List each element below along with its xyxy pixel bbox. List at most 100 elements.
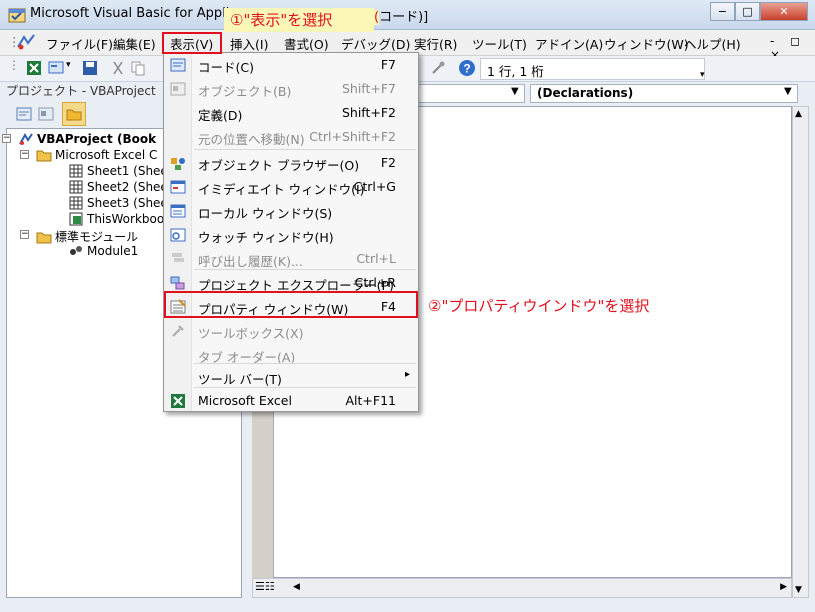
window-title: Microsoft Visual Basic for Applica xyxy=(30,6,245,21)
toggle-folders-button[interactable] xyxy=(62,102,86,126)
menu-separator xyxy=(194,363,416,364)
insert-userform-icon[interactable] xyxy=(48,60,64,76)
procedure-combo-arrow-icon[interactable]: ▼ xyxy=(784,86,792,97)
tree-node-label: 標準モジュール xyxy=(55,230,139,244)
menu-file[interactable]: ファイル(F) xyxy=(46,34,113,53)
locals-window-icon xyxy=(170,204,186,218)
view-menu-item[interactable]: オブジェクト ブラウザー(O) F2 xyxy=(164,151,418,175)
menu-insert[interactable]: 挿入(I) xyxy=(230,34,268,53)
cursor-position-readout: 1 行, 1 桁 xyxy=(480,58,705,80)
excel-view-icon[interactable] xyxy=(26,60,42,76)
view-menu-item-label: オブジェクト ブラウザー(O) xyxy=(198,158,360,173)
view-menu-item[interactable]: ツール バー(T) ▸ xyxy=(164,365,418,389)
menu-addins[interactable]: アドイン(A) xyxy=(535,34,603,53)
cut-icon[interactable] xyxy=(110,60,126,76)
project-explorer-icon xyxy=(170,276,185,290)
sheet-icon xyxy=(68,196,84,210)
view-menu-item-label: イミディエイト ウィンドウ(I) xyxy=(198,182,365,197)
tree-node-label: ThisWorkbook xyxy=(87,212,172,226)
menu-separator xyxy=(194,149,416,150)
window-title-left: Microsoft Visual Basic for Applica xyxy=(30,6,245,21)
tree-collapse-icon[interactable]: − xyxy=(20,150,29,159)
insert-dropdown-icon[interactable]: ▾ xyxy=(66,60,71,70)
project-tree-node[interactable]: − Microsoft Excel C xyxy=(20,148,158,162)
annotation-step2: ②"プロパティウインドウ"を選択 xyxy=(428,297,650,315)
view-menu-item: オブジェクト(B) Shift+F7 xyxy=(164,77,418,101)
copy-icon[interactable] xyxy=(130,60,146,76)
project-tree-node[interactable]: − VBAProject (Book xyxy=(2,132,157,146)
tree-collapse-icon[interactable]: − xyxy=(20,230,29,239)
menu-tools[interactable]: ツール(T) xyxy=(472,34,527,53)
view-menu-item-label: 元の位置へ移動(N) xyxy=(198,132,305,147)
project-tree-node[interactable]: Sheet1 (Sheet xyxy=(68,164,173,178)
code-vertical-scrollbar[interactable]: ▲ ▼ xyxy=(792,106,809,598)
scroll-right-icon[interactable]: ▶ xyxy=(780,582,787,592)
view-menu-item[interactable]: ウォッチ ウィンドウ(H) xyxy=(164,223,418,247)
menu-format[interactable]: 書式(O) xyxy=(284,34,329,53)
toolbar-options-icon[interactable]: ▾ xyxy=(700,70,705,80)
view-menu-item-label: コード(C) xyxy=(198,60,254,75)
code-view-buttons: ☰☷ xyxy=(255,580,275,593)
view-menu-item-shortcut: Alt+F11 xyxy=(345,393,397,408)
full-module-view-icon[interactable]: ☷ xyxy=(265,580,275,593)
folder-icon xyxy=(36,148,52,162)
view-menu-item-label: ツール バー(T) xyxy=(198,372,282,387)
project-tree-node[interactable]: Module1 xyxy=(68,244,139,258)
project-tree-node[interactable]: Sheet2 (Sheet xyxy=(68,180,173,194)
minimize-button[interactable]: − xyxy=(710,2,735,21)
view-menu-item-label: オブジェクト(B) xyxy=(198,84,292,99)
svg-text:?: ? xyxy=(463,62,470,76)
code-horizontal-scrollbar[interactable]: ◀ ▶ xyxy=(252,578,792,598)
window-title-right: (コード)] xyxy=(374,10,429,25)
menu-debug[interactable]: デバッグ(D) xyxy=(341,34,410,53)
view-menu-item-shortcut: Ctrl+Shift+F2 xyxy=(309,129,396,144)
maximize-button[interactable]: □ xyxy=(735,2,760,21)
procedure-combo[interactable]: (Declarations) xyxy=(530,84,798,103)
tree-collapse-icon[interactable]: − xyxy=(2,134,11,143)
view-code-icon[interactable] xyxy=(16,106,32,122)
view-menu-item-label: ウォッチ ウィンドウ(H) xyxy=(198,230,334,245)
annotation-step1: ①"表示"を選択 xyxy=(224,8,374,32)
view-menu-dropdown: コード(C) F7 オブジェクト(B) Shift+F7 定義(D) Shift+F2 元の… xyxy=(163,52,419,412)
scroll-down-icon[interactable]: ▼ xyxy=(795,585,802,595)
annotation-highlight-properties-window xyxy=(164,291,418,318)
menu-edit[interactable]: 編集(E) xyxy=(113,34,156,53)
project-explorer-title: プロジェクト - VBAProject xyxy=(6,84,156,98)
project-tree-node[interactable]: Sheet3 (Sheet xyxy=(68,196,173,210)
view-object-icon[interactable] xyxy=(38,106,54,122)
view-menu-item[interactable]: 定義(D) Shift+F2 xyxy=(164,101,418,125)
project-tree-node[interactable]: − 標準モジュール xyxy=(20,228,139,245)
save-icon[interactable] xyxy=(82,60,98,76)
view-menu-item[interactable]: イミディエイト ウィンドウ(I) Ctrl+G xyxy=(164,175,418,199)
view-menu-item[interactable]: コード(C) F7 xyxy=(164,53,418,77)
tree-node-label: VBAProject (Book xyxy=(37,132,157,146)
sheet-icon xyxy=(68,180,84,194)
view-menu-item: 呼び出し履歴(K)... Ctrl+L xyxy=(164,247,418,271)
object-browser-toolbar-icon[interactable] xyxy=(430,60,446,76)
view-menu-item-label: 呼び出し履歴(K)... xyxy=(198,254,303,269)
menu-run[interactable]: 実行(R) xyxy=(414,34,457,53)
excel-icon xyxy=(171,394,185,408)
close-button[interactable]: ✕ xyxy=(760,2,808,21)
view-menu-item-shortcut: F2 xyxy=(380,155,396,170)
help-icon[interactable]: ? xyxy=(458,59,476,77)
project-tree-node[interactable]: ThisWorkbook xyxy=(68,212,171,226)
toolbox-icon xyxy=(172,325,184,337)
procedure-view-icon[interactable]: ☰ xyxy=(255,580,265,593)
scroll-up-icon[interactable]: ▲ xyxy=(795,109,802,119)
vba-project-icon xyxy=(18,132,34,146)
folder-icon xyxy=(36,230,52,244)
scroll-left-icon[interactable]: ◀ xyxy=(293,582,300,592)
view-menu-item[interactable]: Microsoft Excel Alt+F11 xyxy=(164,389,418,413)
menu-window[interactable]: ウィンドウ(W) xyxy=(604,34,689,53)
object-combo-arrow-icon[interactable]: ▼ xyxy=(511,86,519,97)
tree-node-label: Microsoft Excel C xyxy=(55,148,158,162)
view-menu-item: 元の位置へ移動(N) Ctrl+Shift+F2 xyxy=(164,125,418,149)
view-menu-item-shortcut: Shift+F7 xyxy=(341,81,396,96)
view-menu-item-shortcut: Ctrl+G xyxy=(353,179,396,194)
menu-help[interactable]: ヘルプ(H) xyxy=(684,34,741,53)
view-menu-item[interactable]: ローカル ウィンドウ(S) xyxy=(164,199,418,223)
sheet-icon xyxy=(68,164,84,178)
window-controls: − □ ✕ xyxy=(710,2,810,21)
immediate-window-icon xyxy=(170,180,186,194)
